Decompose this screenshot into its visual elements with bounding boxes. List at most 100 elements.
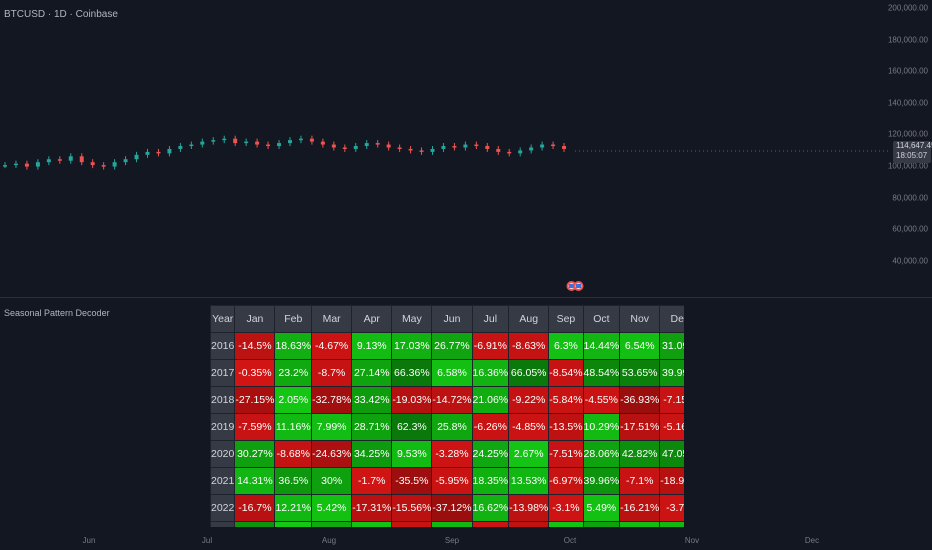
header-cell: Oct [582, 305, 621, 333]
return-cell: -3.1% [548, 494, 584, 522]
return-cell: 42.82% [619, 440, 661, 468]
candle [57, 159, 62, 161]
table-row: 2016 -14.5% 18.63% -4.67% 9.13% 17.03% 26.77% -… [210, 332, 684, 360]
time-label: Sep [444, 536, 460, 545]
return-cell: 53.65% [619, 359, 661, 387]
return-cell: -7.59% [234, 413, 276, 441]
price-label: 160,000.00 [887, 66, 928, 76]
return-cell: 14.31% [234, 467, 276, 495]
candle [167, 148, 172, 154]
candle [244, 141, 249, 144]
return-cell: -4.55% [582, 386, 621, 414]
candle [255, 141, 260, 145]
candle [134, 154, 139, 160]
table-row: 2020 30.27% -8.68% -24.63% 34.25% 9.53% -3.28%… [210, 440, 684, 468]
price-chart[interactable] [0, 0, 890, 297]
return-cell: 11.16% [274, 413, 313, 441]
year-cell: 2017 [210, 359, 236, 387]
candle [222, 138, 227, 141]
return-cell: -17.51% [619, 413, 661, 441]
candle [211, 140, 216, 142]
year-cell: 2020 [210, 440, 236, 468]
header-cell: Apr [351, 305, 393, 333]
time-label: Oct [563, 536, 577, 545]
seasonal-table: YearJanFebMarAprMayJunJulAugSepOctNovDec… [210, 305, 684, 527]
return-cell: -8.7% [311, 359, 353, 387]
candle [408, 148, 413, 151]
candle [419, 150, 424, 152]
return-cell: -14.5% [234, 332, 276, 360]
return-cell: 11.92% [431, 521, 473, 527]
time-label: Nov [684, 536, 700, 545]
price-label: 60,000.00 [892, 224, 928, 234]
return-cell: 28.54% [582, 521, 621, 527]
return-cell: 36.5% [274, 467, 313, 495]
return-cell: 31.09% [659, 332, 684, 360]
return-cell: 23.03% [311, 521, 353, 527]
return-cell: 47.05% [659, 440, 684, 468]
year-cell: 2016 [210, 332, 236, 360]
return-cell: -9.22% [508, 386, 550, 414]
time-label: Jul [201, 536, 213, 545]
return-cell: 21.06% [471, 386, 510, 414]
candle [386, 144, 391, 148]
return-cell: -6.9% [391, 521, 433, 527]
return-cell: 30.27% [234, 440, 276, 468]
return-cell: -16.7% [234, 494, 276, 522]
return-cell: 48.54% [582, 359, 621, 387]
year-cell: 2022 [210, 494, 236, 522]
return-cell: 18.35% [471, 467, 510, 495]
candle [364, 143, 369, 147]
return-cell: 6.54% [619, 332, 661, 360]
candle [485, 146, 490, 149]
return-cell: -8.54% [548, 359, 584, 387]
table-row: 202339.91%0.08%23.03%2.71%-6.9%11.92%-4.… [210, 521, 684, 527]
price-label: 140,000.00 [887, 98, 928, 108]
candle [68, 156, 73, 161]
return-cell: 8.88% [619, 521, 661, 527]
candle [79, 156, 84, 163]
return-cell: -6.26% [471, 413, 510, 441]
return-cell: -7.51% [548, 440, 584, 468]
last-price: 114,647.45 [896, 141, 932, 150]
return-cell: 5.49% [582, 494, 621, 522]
candle [320, 141, 325, 145]
flag-icon[interactable] [566, 279, 584, 293]
return-cell: 9.53% [391, 440, 433, 468]
pane-separator[interactable] [0, 297, 932, 298]
return-cell: -24.63% [311, 440, 353, 468]
candle [452, 146, 457, 148]
return-cell: 9.13% [351, 332, 393, 360]
return-cell: -37.12% [431, 494, 473, 522]
candle [35, 162, 40, 167]
candle [145, 151, 150, 155]
return-cell: 12.07% [659, 521, 684, 527]
header-cell: May [391, 305, 433, 333]
indicator-title: Seasonal Pattern Decoder [4, 308, 110, 318]
price-label: 120,000.00 [887, 129, 928, 139]
return-cell: 10.29% [582, 413, 621, 441]
return-cell: -5.84% [548, 386, 584, 414]
candle [441, 146, 446, 149]
return-cell: -0.35% [234, 359, 276, 387]
return-cell: -6.91% [471, 332, 510, 360]
return-cell: 30% [311, 467, 353, 495]
return-cell: -32.78% [311, 386, 353, 414]
candle [189, 144, 194, 147]
time-axis[interactable]: Jun Jul Aug Sep Oct Nov Dec [0, 530, 890, 550]
table-row: 2022 -16.7% 12.21% 5.42% -17.31% -15.56% -37.1… [210, 494, 684, 522]
return-cell: 18.63% [274, 332, 313, 360]
return-cell: 6.3% [548, 332, 584, 360]
candle [101, 165, 106, 167]
candle [342, 147, 347, 149]
price-label: 40,000.00 [892, 256, 928, 266]
return-cell: -16.21% [619, 494, 661, 522]
return-cell: -4.67% [311, 332, 353, 360]
return-cell: -5.16% [659, 413, 684, 441]
candle [375, 143, 380, 145]
return-cell: 33.42% [351, 386, 393, 414]
return-cell: -7.1% [619, 467, 661, 495]
return-cell: 0.08% [274, 521, 313, 527]
candle [496, 148, 501, 152]
return-cell: -6.97% [548, 467, 584, 495]
